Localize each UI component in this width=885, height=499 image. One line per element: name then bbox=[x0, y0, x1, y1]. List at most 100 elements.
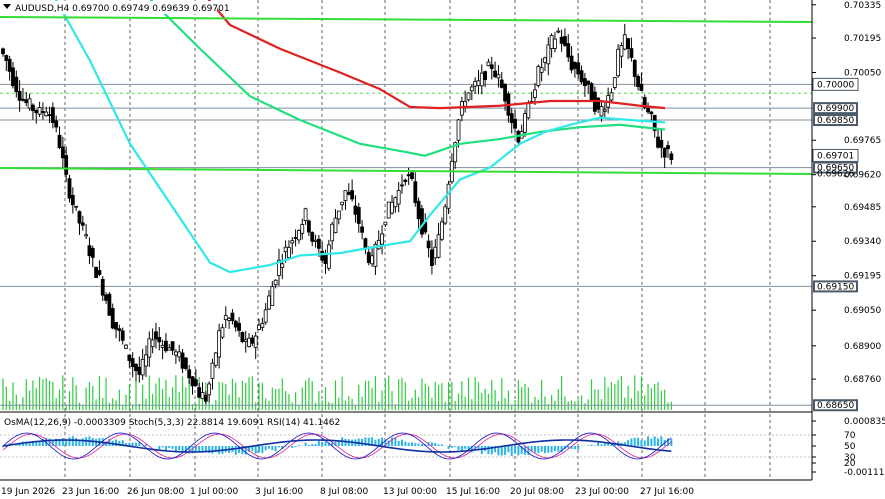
candle-body-185 bbox=[616, 48, 621, 77]
candle-body-8 bbox=[27, 98, 32, 109]
candle-body-107 bbox=[356, 207, 361, 224]
candle-body-166 bbox=[553, 38, 557, 49]
ind-tick-label-0: 0.0008353 bbox=[844, 417, 885, 427]
candle-body-201 bbox=[669, 153, 674, 160]
price-tick-label-7: 0.69195 bbox=[844, 272, 881, 282]
horizontal-levels[interactable] bbox=[0, 83, 812, 406]
candle-body-158 bbox=[526, 102, 531, 119]
time-label-9: 23 Jul 00:00 bbox=[575, 487, 629, 497]
candle-body-21 bbox=[70, 194, 75, 206]
candle-body-80 bbox=[267, 295, 271, 310]
ind-tick-label-2: 50 bbox=[844, 442, 856, 452]
candle-body-194 bbox=[646, 108, 650, 113]
candle-body-72 bbox=[240, 331, 245, 342]
candle-body-125 bbox=[416, 200, 421, 220]
candle-body-47 bbox=[157, 337, 162, 343]
candle-body-173 bbox=[576, 62, 581, 75]
candle-body-142 bbox=[473, 81, 478, 87]
candle-body-113 bbox=[376, 239, 381, 250]
candle-body-123 bbox=[410, 172, 414, 179]
chart-canvas[interactable]: 0.703350.701950.700500.697650.696200.694… bbox=[0, 0, 885, 499]
candle-body-86 bbox=[287, 247, 291, 259]
candle-body-184 bbox=[612, 77, 617, 88]
candle-body-62 bbox=[207, 383, 212, 396]
candle-body-67 bbox=[223, 315, 228, 321]
candle-body-68 bbox=[227, 318, 232, 321]
ind-tick-label-5: -0.001116 bbox=[844, 468, 885, 478]
candle-body-42 bbox=[140, 358, 145, 376]
level-tag-5: 0.69626 bbox=[817, 169, 854, 179]
candle-body-78 bbox=[260, 322, 265, 328]
time-label-8: 20 Jul 08:00 bbox=[510, 487, 564, 497]
candle-body-96 bbox=[320, 250, 325, 261]
candle-body-122 bbox=[406, 174, 411, 177]
candle-body-34 bbox=[114, 321, 118, 330]
candle-body-197 bbox=[656, 136, 660, 148]
candle-body-46 bbox=[154, 331, 158, 340]
candle-body-118 bbox=[393, 197, 398, 208]
candle-body-190 bbox=[632, 59, 637, 77]
candle-body-25 bbox=[84, 234, 89, 237]
candle-body-105 bbox=[350, 190, 355, 200]
price-tick-label-10: 0.68760 bbox=[844, 375, 881, 385]
candle-body-6 bbox=[21, 98, 25, 101]
candle-body-187 bbox=[622, 34, 627, 50]
price-chart[interactable]: 0.70335 0.70195 0.70050 0.69765 0.69620 0.694… bbox=[0, 0, 885, 499]
candle-body-150 bbox=[499, 79, 504, 88]
candle-body-174 bbox=[579, 70, 584, 83]
price-tick-label-8: 0.69050 bbox=[844, 306, 881, 316]
candle-body-95 bbox=[316, 238, 321, 249]
candle-body-5 bbox=[17, 90, 22, 101]
candle-body-89 bbox=[297, 230, 301, 241]
candle-body-195 bbox=[649, 111, 654, 115]
candle-body-171 bbox=[569, 55, 574, 71]
candle-body-85 bbox=[283, 246, 288, 253]
trend-lines[interactable] bbox=[0, 16, 813, 175]
price-tick-label-3: 0.69765 bbox=[844, 136, 881, 146]
collapse-triangle-icon[interactable] bbox=[3, 4, 11, 9]
candle-body-49 bbox=[164, 340, 168, 352]
price-tick-label-1: 0.70195 bbox=[844, 34, 881, 44]
symbol-header: AUDUSD,H4 0.69700 0.69749 0.69639 0.6970… bbox=[15, 4, 230, 14]
candle-body-44 bbox=[147, 338, 152, 358]
candle-body-133 bbox=[443, 206, 448, 224]
candle-body-157 bbox=[523, 113, 527, 133]
level-tag-6: 0.69150 bbox=[817, 282, 854, 292]
candle-body-126 bbox=[420, 208, 424, 235]
candle-body-48 bbox=[160, 344, 165, 348]
moving-averages bbox=[54, 0, 666, 274]
candle-body-115 bbox=[383, 221, 388, 226]
level-tag-1: 0.69900 bbox=[817, 104, 854, 114]
price-tick-label-2: 0.70050 bbox=[844, 68, 881, 78]
candle-body-57 bbox=[190, 376, 195, 387]
candle-body-11 bbox=[37, 107, 42, 115]
candle-body-59 bbox=[197, 387, 202, 398]
candle-body-162 bbox=[539, 67, 544, 73]
candle-body-1 bbox=[4, 55, 9, 61]
candle-body-76 bbox=[253, 335, 258, 348]
ind-tick-label-1: 70 bbox=[844, 431, 856, 441]
candle-body-87 bbox=[290, 240, 295, 244]
candle-body-183 bbox=[609, 92, 614, 101]
candle-body-103 bbox=[343, 190, 348, 201]
candle-body-101 bbox=[336, 210, 341, 220]
candle-body-53 bbox=[177, 351, 182, 358]
candle-body-137 bbox=[456, 119, 461, 141]
candle-body-94 bbox=[313, 239, 318, 242]
candle-body-50 bbox=[167, 347, 172, 351]
candle-body-131 bbox=[436, 234, 441, 258]
candle-body-39 bbox=[130, 358, 135, 367]
candle-body-144 bbox=[479, 72, 484, 87]
candle-body-92 bbox=[306, 220, 311, 233]
indicator-panel bbox=[0, 432, 812, 460]
candle-body-165 bbox=[549, 35, 554, 49]
candle-body-117 bbox=[390, 201, 394, 214]
candle-body-19 bbox=[64, 155, 69, 175]
candle-body-141 bbox=[469, 86, 474, 92]
candle-body-199 bbox=[662, 147, 667, 158]
price-tick-label-0: 0.70335 bbox=[844, 1, 881, 11]
ma-green-line bbox=[149, 0, 666, 157]
candle-body-61 bbox=[203, 394, 208, 402]
candle-body-56 bbox=[187, 369, 192, 379]
candle-body-18 bbox=[60, 146, 65, 159]
